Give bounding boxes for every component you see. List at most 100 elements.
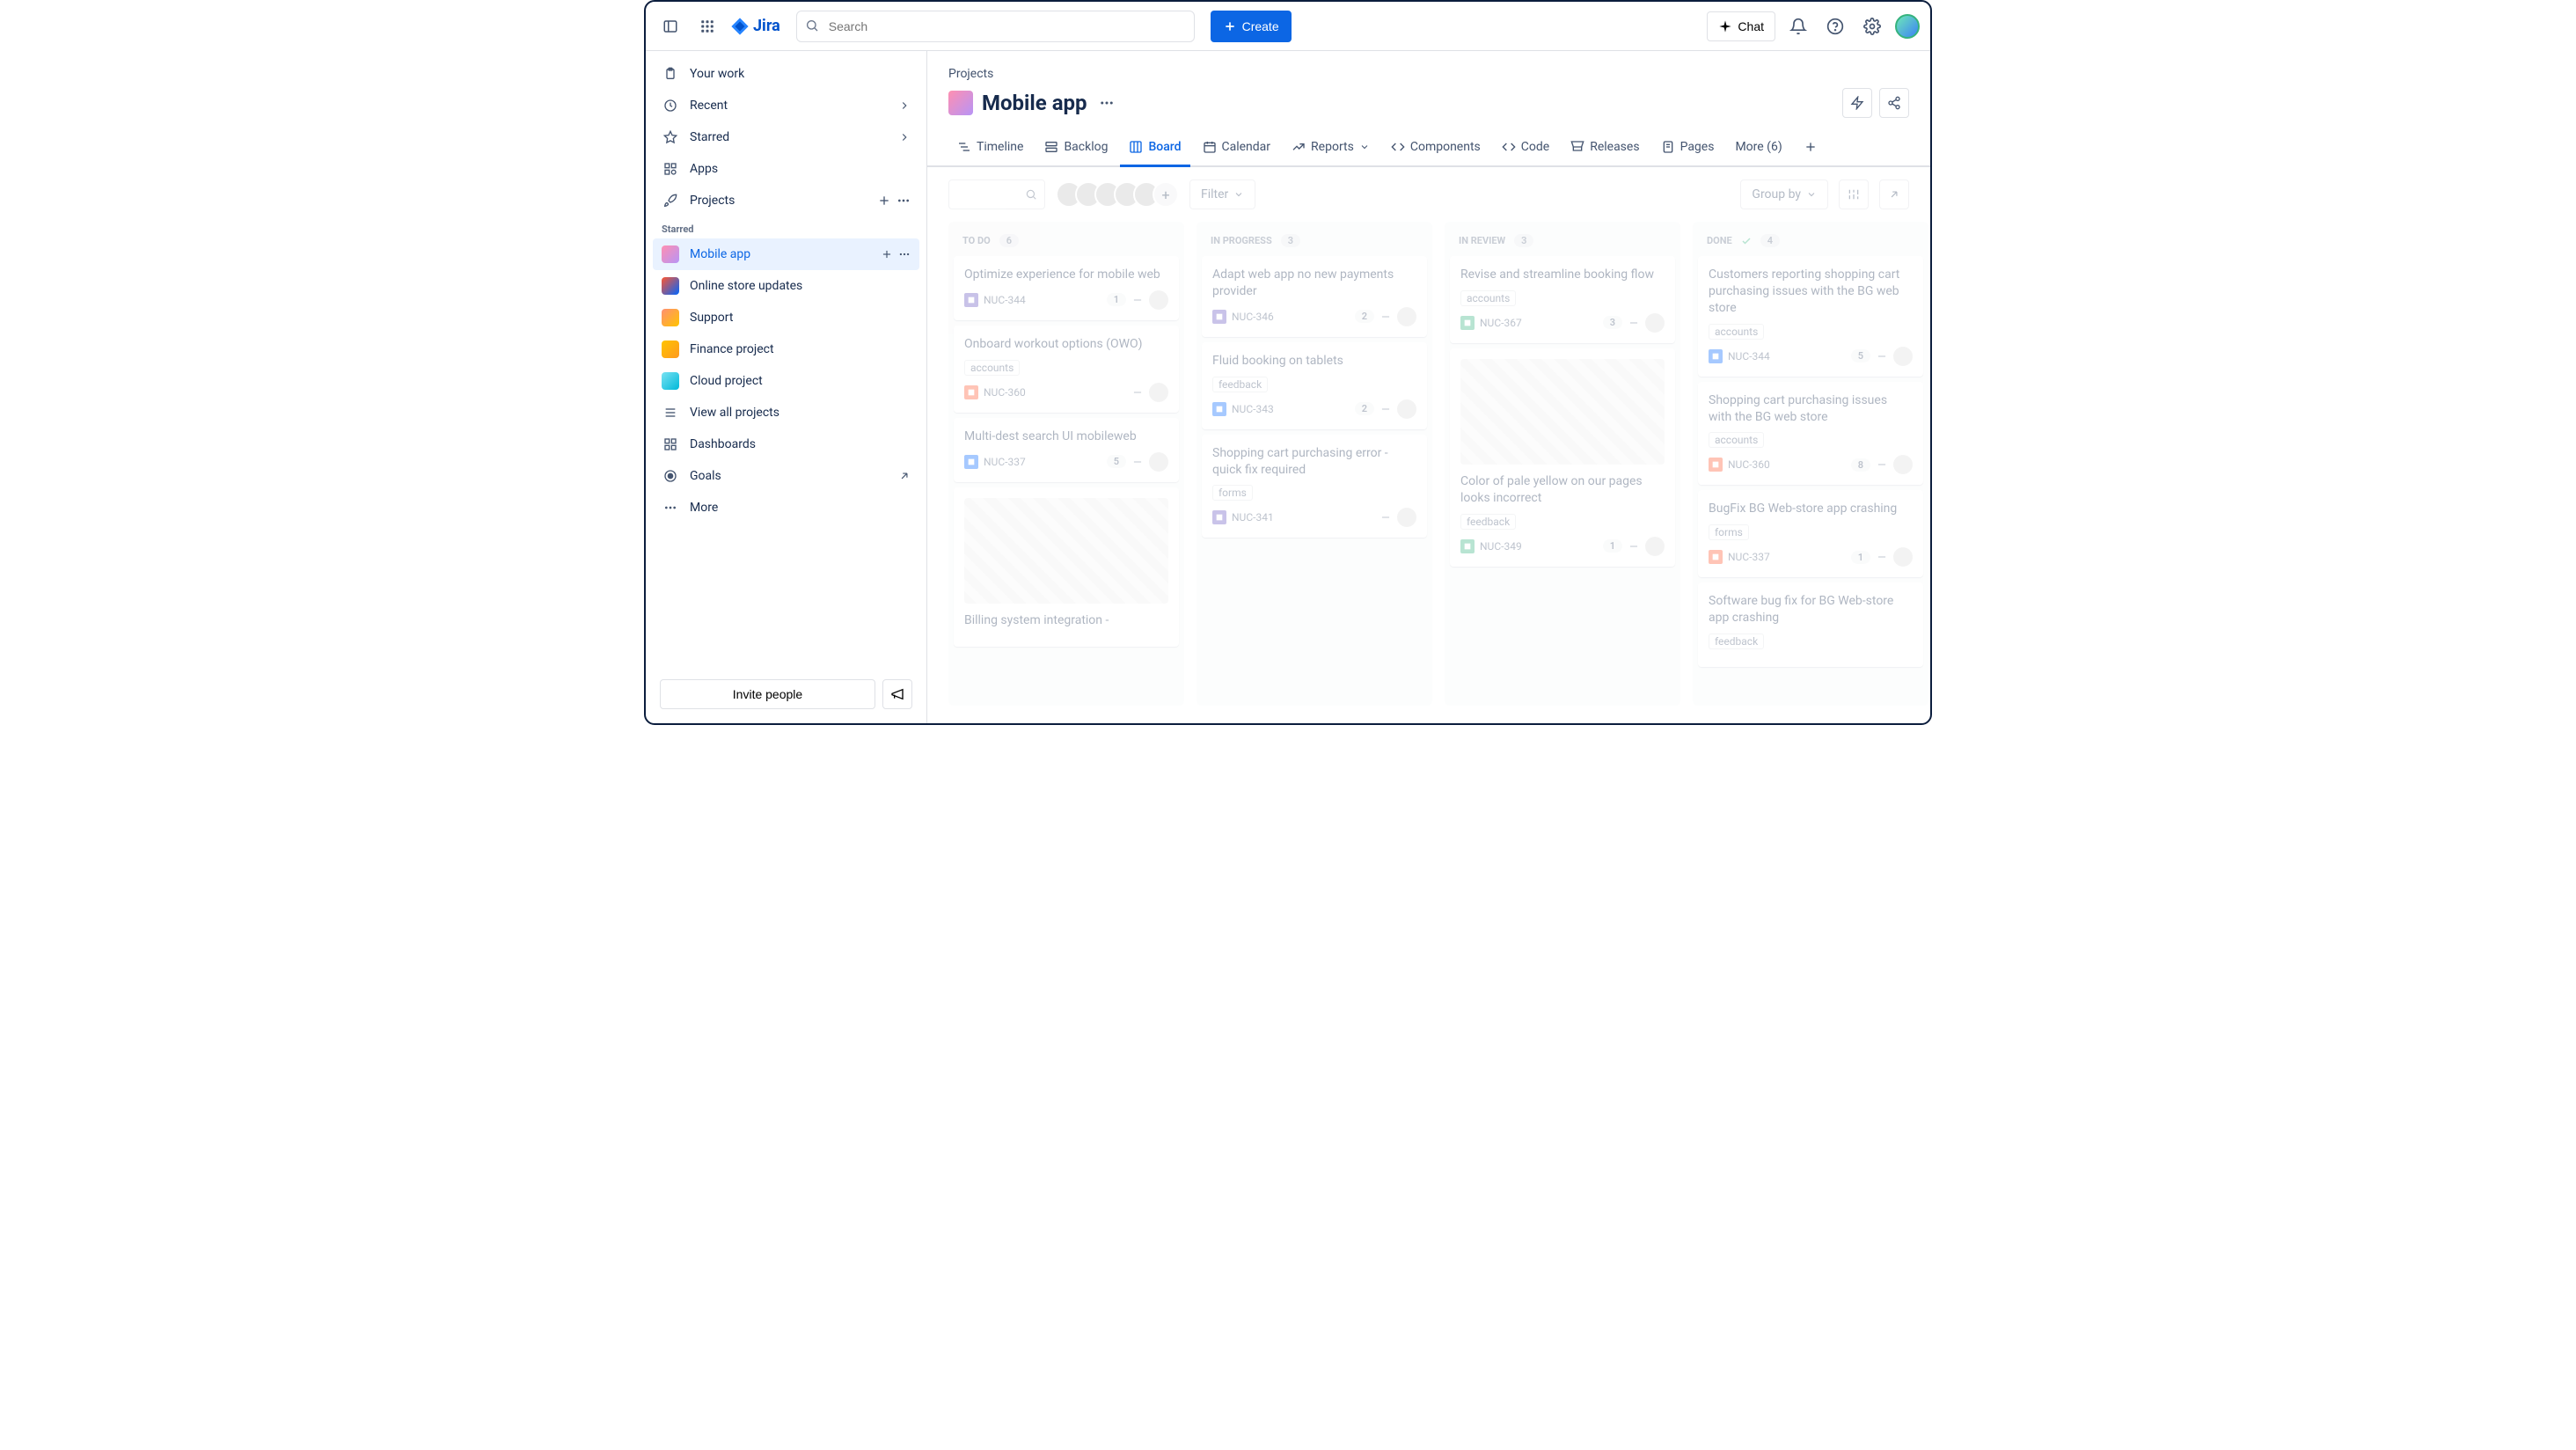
add-icon[interactable]	[881, 248, 893, 260]
more-nav[interactable]: More	[653, 492, 919, 524]
tab-reports[interactable]: Reports	[1283, 128, 1379, 167]
project-finance-project[interactable]: Finance project	[653, 333, 919, 365]
tab-pages[interactable]: Pages	[1652, 128, 1723, 167]
group-by-button[interactable]: Group by	[1740, 179, 1828, 209]
board-search[interactable]	[948, 179, 1045, 209]
column-header[interactable]: TO DO6	[954, 227, 1179, 251]
export-button[interactable]	[1879, 179, 1909, 209]
column-to-do: TO DO6 Optimize experience for mobile web…	[948, 222, 1184, 706]
issue-card[interactable]: Optimize experience for mobile webNUC-34…	[954, 256, 1179, 320]
assignee-avatar[interactable]	[1397, 307, 1416, 326]
invite-people-button[interactable]: Invite people	[660, 679, 875, 709]
issue-key: NUC-367	[1480, 317, 1522, 329]
automation-button[interactable]	[1842, 88, 1872, 118]
nav-your-work[interactable]: Your work	[653, 58, 919, 90]
nav-projects[interactable]: Projects	[653, 185, 919, 216]
assignee-avatar[interactable]	[1397, 508, 1416, 527]
project-cloud-project[interactable]: Cloud project	[653, 365, 919, 397]
assignee-avatar[interactable]	[1149, 290, 1168, 310]
tab-board[interactable]: Board	[1120, 128, 1189, 167]
search-input[interactable]	[796, 11, 1195, 42]
breadcrumb[interactable]: Projects	[927, 51, 1930, 84]
share-button[interactable]	[1879, 88, 1909, 118]
collapse-sidebar-icon[interactable]	[656, 12, 684, 40]
card-title: Shopping cart purchasing error - quick f…	[1212, 445, 1416, 479]
dashboards-nav[interactable]: Dashboards	[653, 428, 919, 460]
issue-card[interactable]: Customers reporting shopping cart purcha…	[1698, 256, 1923, 377]
issue-card[interactable]: Fluid booking on tabletsfeedbackNUC-3432	[1202, 342, 1427, 429]
issue-card[interactable]: Multi-dest search UI mobilewebNUC-3375	[954, 418, 1179, 482]
tab-code[interactable]: Code	[1493, 128, 1558, 167]
assignee-avatar[interactable]	[1893, 547, 1913, 567]
project-support[interactable]: Support	[653, 302, 919, 333]
assignee-avatar[interactable]	[1893, 455, 1913, 474]
assignee-avatar[interactable]	[1149, 452, 1168, 472]
column-header[interactable]: DONE 4	[1698, 227, 1923, 251]
tab-calendar[interactable]: Calendar	[1194, 128, 1280, 167]
card-title: Fluid booking on tablets	[1212, 353, 1416, 370]
nav-apps[interactable]: Apps	[653, 153, 919, 185]
issue-type-icon	[964, 455, 978, 469]
tab-releases[interactable]: Releases	[1562, 128, 1648, 167]
nav-recent[interactable]: Recent	[653, 90, 919, 121]
filter-button[interactable]: Filter	[1189, 179, 1255, 209]
assignee-avatar[interactable]	[1397, 399, 1416, 419]
assignee-avatar[interactable]	[1645, 313, 1665, 333]
jira-logo[interactable]: Jira	[730, 17, 780, 36]
issue-card[interactable]: Revise and streamline booking flowaccoun…	[1450, 256, 1675, 343]
tab-timeline[interactable]: Timeline	[948, 128, 1032, 167]
rocket-icon	[662, 194, 679, 208]
nav-starred[interactable]: Starred	[653, 121, 919, 153]
issue-card[interactable]: Shopping cart purchasing error - quick f…	[1202, 435, 1427, 538]
settings-icon[interactable]	[1858, 12, 1886, 40]
story-points: 3	[1603, 316, 1622, 329]
tab-backlog[interactable]: Backlog	[1036, 128, 1116, 167]
issue-card[interactable]: Shopping cart purchasing issues with the…	[1698, 382, 1923, 486]
more-icon[interactable]	[898, 248, 911, 260]
app-switcher-icon[interactable]	[693, 12, 721, 40]
column-header[interactable]: IN PROGRESS3	[1202, 227, 1427, 251]
issue-type-icon	[1212, 402, 1226, 416]
add-view-button[interactable]	[1795, 128, 1826, 167]
assignee-filter[interactable]: +	[1056, 181, 1179, 208]
add-assignee-icon[interactable]: +	[1153, 181, 1179, 208]
priority-icon	[1131, 456, 1144, 468]
view-settings-button[interactable]	[1839, 179, 1869, 209]
reports-icon	[1292, 140, 1306, 154]
notifications-icon[interactable]	[1784, 12, 1812, 40]
logo-text: Jira	[753, 17, 780, 35]
feedback-button[interactable]	[882, 679, 912, 709]
view-all-projects[interactable]: View all projects	[653, 397, 919, 428]
issue-card[interactable]: Software bug fix for BG Web-store app cr…	[1698, 582, 1923, 667]
issue-card[interactable]: BugFix BG Web-store app crashingformsNUC…	[1698, 490, 1923, 577]
issue-card[interactable]: Onboard workout options (OWO)accountsNUC…	[954, 326, 1179, 413]
assignee-avatar[interactable]	[1149, 383, 1168, 402]
more-actions-icon[interactable]	[1096, 92, 1117, 114]
column-header[interactable]: IN REVIEW3	[1450, 227, 1675, 251]
assignee-avatar[interactable]	[1645, 537, 1665, 556]
chat-button[interactable]: Chat	[1707, 11, 1775, 41]
add-icon[interactable]	[877, 194, 891, 208]
user-avatar[interactable]	[1895, 14, 1920, 39]
tab-more[interactable]: More (6)	[1726, 128, 1790, 167]
issue-type-icon	[1212, 310, 1226, 324]
assignee-avatar[interactable]	[1893, 347, 1913, 366]
card-cover-image	[964, 498, 1168, 604]
issue-card[interactable]: Color of pale yellow on our pages looks …	[1450, 348, 1675, 567]
issue-type-icon	[1709, 458, 1723, 472]
more-icon[interactable]	[896, 194, 911, 208]
story-points: 1	[1107, 293, 1126, 306]
create-button[interactable]: Create	[1211, 11, 1292, 42]
pages-icon	[1661, 140, 1675, 154]
project-mobile-app[interactable]: Mobile app	[653, 238, 919, 270]
issue-card[interactable]: Adapt web app no new payments providerNU…	[1202, 256, 1427, 337]
issue-card[interactable]: Billing system integration -	[954, 487, 1179, 647]
project-online-store-updates[interactable]: Online store updates	[653, 270, 919, 302]
card-title: Adapt web app no new payments provider	[1212, 267, 1416, 300]
issue-key: NUC-344	[1728, 350, 1770, 362]
project-icon	[662, 277, 679, 295]
tab-components[interactable]: Components	[1382, 128, 1489, 167]
goals-nav[interactable]: Goals	[653, 460, 919, 492]
project-icon	[662, 245, 679, 263]
help-icon[interactable]	[1821, 12, 1849, 40]
